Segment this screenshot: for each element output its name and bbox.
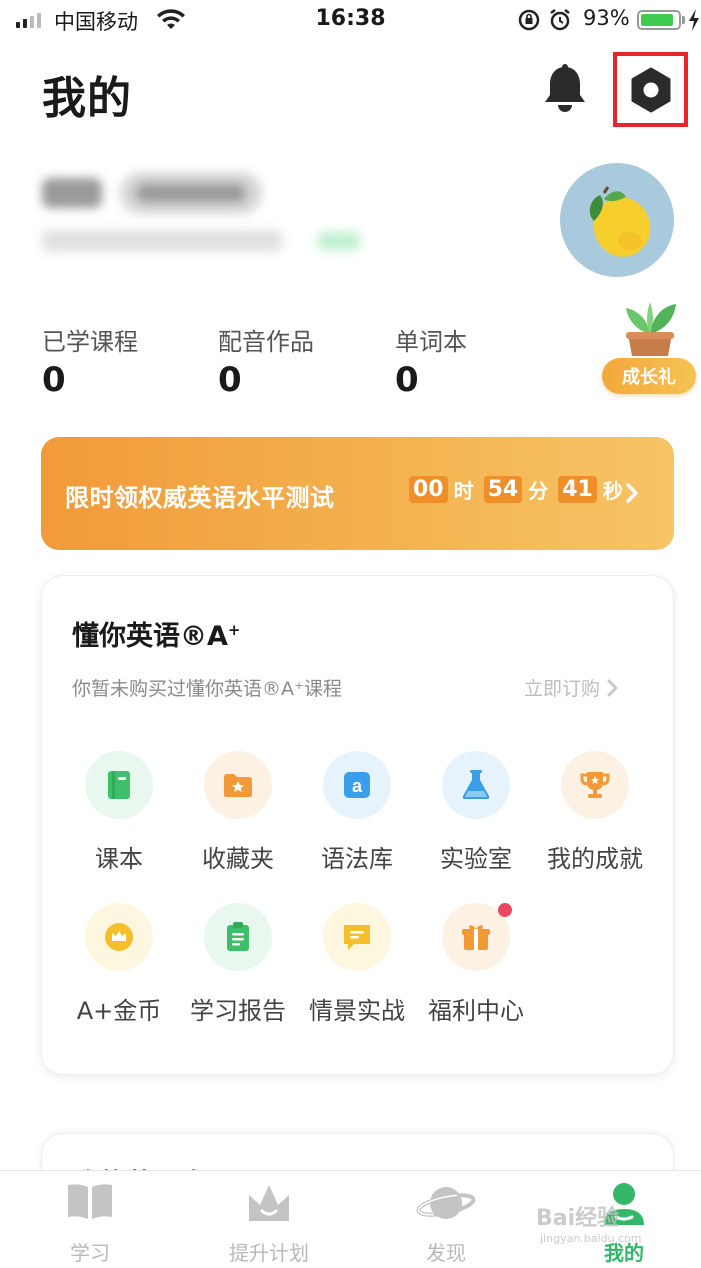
grid-item-scenarios[interactable]: 情景实战 xyxy=(297,903,417,1026)
promo-banner[interactable]: 限时领权威英语水平测试 00 时 54 分 41 秒 xyxy=(41,437,674,550)
stat-label-courses: 已学课程 xyxy=(42,328,138,356)
notification-dot xyxy=(498,903,512,917)
grid-item-grammar[interactable]: a 语法库 xyxy=(297,751,417,874)
countdown-timer: 00 时 54 分 41 秒 xyxy=(409,475,627,504)
alarm-icon xyxy=(548,8,572,36)
crown-icon xyxy=(199,1181,339,1229)
grid-item-textbook[interactable]: 课本 xyxy=(59,751,179,874)
countdown-hours: 00 xyxy=(409,476,448,503)
lemon-avatar-icon xyxy=(589,186,651,257)
planet-icon xyxy=(376,1181,516,1229)
charging-icon xyxy=(688,8,700,36)
letter-a-icon: a xyxy=(323,751,391,819)
stat-value-dubbing[interactable]: 0 xyxy=(218,360,242,400)
tab-discover[interactable]: 发现 xyxy=(376,1171,516,1268)
page-title: 我的 xyxy=(42,73,132,124)
grid-item-report[interactable]: 学习报告 xyxy=(178,903,298,1026)
grid-item-welfare[interactable]: 福利中心 xyxy=(416,903,536,1026)
settings-button[interactable] xyxy=(613,52,688,127)
potted-plant-icon[interactable] xyxy=(618,298,682,362)
user-id-blurred xyxy=(42,230,282,252)
chevron-right-icon xyxy=(625,483,639,507)
grid-item-favorites[interactable]: 收藏夹 xyxy=(178,751,298,874)
flask-icon xyxy=(442,751,510,819)
battery-icon xyxy=(637,10,681,30)
tab-study[interactable]: 学习 xyxy=(20,1171,160,1268)
crown-coin-icon xyxy=(85,903,153,971)
status-bar: 中国移动 16:38 93% xyxy=(0,0,701,44)
chevron-right-icon xyxy=(607,679,618,696)
gift-icon xyxy=(442,903,512,971)
trophy-icon xyxy=(561,751,629,819)
stat-value-wordbook[interactable]: 0 xyxy=(395,360,419,400)
countdown-minutes: 54 xyxy=(483,476,523,503)
growth-gift-button[interactable]: 成长礼 xyxy=(602,358,696,394)
chat-icon xyxy=(323,903,391,971)
course-subtitle: 你暂未购买过懂你英语®A⁺课程 xyxy=(72,678,343,700)
watermark-sub: jingyan.baidu.com xyxy=(540,1232,642,1245)
settings-hexagon-icon xyxy=(631,67,670,112)
grid-item-achievements[interactable]: 我的成就 xyxy=(535,751,655,874)
stat-label-dubbing: 配音作品 xyxy=(218,328,314,356)
open-book-icon xyxy=(20,1181,160,1229)
star-folder-icon xyxy=(204,751,272,819)
stat-value-courses[interactable]: 0 xyxy=(42,360,66,400)
nickname-blurred xyxy=(42,178,102,208)
clipboard-icon xyxy=(204,903,272,971)
bell-icon[interactable] xyxy=(540,62,590,114)
avatar[interactable] xyxy=(560,163,674,277)
svg-text:a: a xyxy=(352,776,363,796)
battery-percent: 93% xyxy=(583,6,630,30)
rotation-lock-icon xyxy=(517,8,541,36)
course-title: 懂你英语®A+ xyxy=(72,621,241,652)
course-card: 懂你英语®A+ 你暂未购买过懂你英语®A⁺课程 立即订购 课本 收藏夹 a 语法… xyxy=(41,575,674,1075)
book-icon xyxy=(85,751,153,819)
tab-plan[interactable]: 提升计划 xyxy=(199,1171,339,1268)
subscribe-link[interactable]: 立即订购 xyxy=(524,674,618,701)
grid-item-coins[interactable]: A+金币 xyxy=(59,903,179,1026)
stat-label-wordbook: 单词本 xyxy=(395,328,467,356)
watermark: Bai经验 xyxy=(536,1206,620,1231)
promo-text: 限时领权威英语水平测试 xyxy=(65,484,335,512)
grid-item-lab[interactable]: 实验室 xyxy=(416,751,536,874)
countdown-seconds: 41 xyxy=(558,476,597,503)
